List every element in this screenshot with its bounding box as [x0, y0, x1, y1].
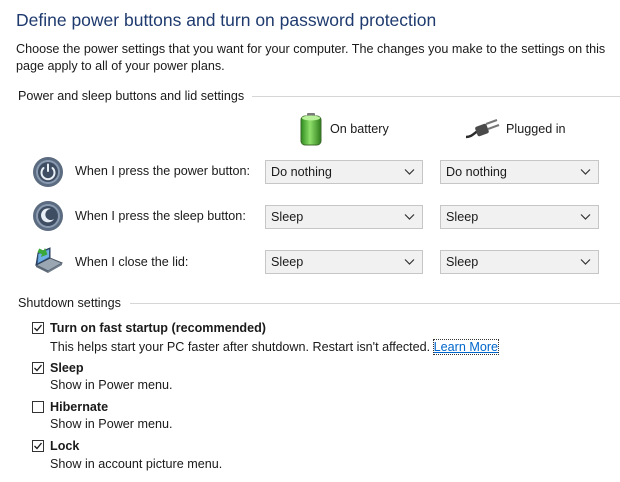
fast-startup-checkbox[interactable] [32, 322, 44, 334]
hibernate-label: Hibernate [50, 400, 109, 414]
sleep-option[interactable]: Sleep [32, 361, 84, 375]
lock-checkbox[interactable] [32, 440, 44, 452]
shutdown-section-title: Shutdown settings [18, 296, 121, 310]
chevron-down-icon [404, 259, 415, 265]
fast-startup-option[interactable]: Turn on fast startup (recommended) [32, 321, 266, 335]
shutdown-section-divider [130, 303, 620, 304]
chevron-down-icon [580, 214, 591, 220]
column-header-on-battery: On battery [298, 112, 389, 146]
sleep-button-icon [33, 201, 63, 231]
chevron-down-icon [580, 169, 591, 175]
column-label-plugged-in: Plugged in [506, 122, 566, 136]
sleep-checkbox[interactable] [32, 362, 44, 374]
select-value: Do nothing [446, 165, 507, 179]
battery-icon [300, 113, 322, 146]
lock-description: Show in account picture menu. [50, 457, 223, 471]
fast-startup-desc-text: This helps start your PC faster after sh… [50, 340, 431, 354]
learn-more-link[interactable]: Learn More [432, 339, 500, 355]
power-section-title: Power and sleep buttons and lid settings [18, 89, 245, 103]
column-label-on-battery: On battery [330, 122, 389, 136]
column-header-plugged-in: Plugged in [464, 112, 566, 146]
power-button-battery-select[interactable]: Do nothing [265, 160, 423, 184]
lock-label: Lock [50, 439, 80, 453]
power-button-plugged-select[interactable]: Do nothing [440, 160, 599, 184]
sleep-button-plugged-select[interactable]: Sleep [440, 205, 599, 229]
sleep-label: Sleep [50, 361, 84, 375]
hibernate-description: Show in Power menu. [50, 417, 173, 431]
select-value: Sleep [446, 255, 479, 269]
row-label-lid: When I close the lid: [75, 255, 189, 269]
power-button-icon [33, 157, 63, 187]
row-label-power-button: When I press the power button: [75, 164, 251, 178]
checkmark-icon [34, 324, 43, 332]
page-title: Define power buttons and turn on passwor… [16, 10, 437, 30]
lid-plugged-select[interactable]: Sleep [440, 250, 599, 274]
select-value: Do nothing [271, 165, 332, 179]
chevron-down-icon [580, 259, 591, 265]
hibernate-checkbox[interactable] [32, 401, 44, 413]
lock-option[interactable]: Lock [32, 439, 79, 453]
hibernate-option[interactable]: Hibernate [32, 400, 108, 414]
fast-startup-description: This helps start your PC faster after sh… [50, 339, 500, 355]
sleep-description: Show in Power menu. [50, 378, 173, 392]
power-section-divider [252, 96, 620, 97]
select-value: Sleep [446, 210, 479, 224]
checkmark-icon [34, 442, 43, 450]
page-description: Choose the power settings that you want … [16, 42, 606, 73]
row-label-sleep-button: When I press the sleep button: [75, 209, 246, 223]
fast-startup-label: Turn on fast startup (recommended) [50, 321, 266, 335]
select-value: Sleep [271, 255, 304, 269]
lid-battery-select[interactable]: Sleep [265, 250, 423, 274]
chevron-down-icon [404, 214, 415, 220]
checkmark-icon [34, 364, 43, 372]
sleep-button-battery-select[interactable]: Sleep [265, 205, 423, 229]
laptop-lid-icon [34, 247, 64, 273]
chevron-down-icon [404, 169, 415, 175]
plug-icon [465, 119, 500, 139]
select-value: Sleep [271, 210, 304, 224]
